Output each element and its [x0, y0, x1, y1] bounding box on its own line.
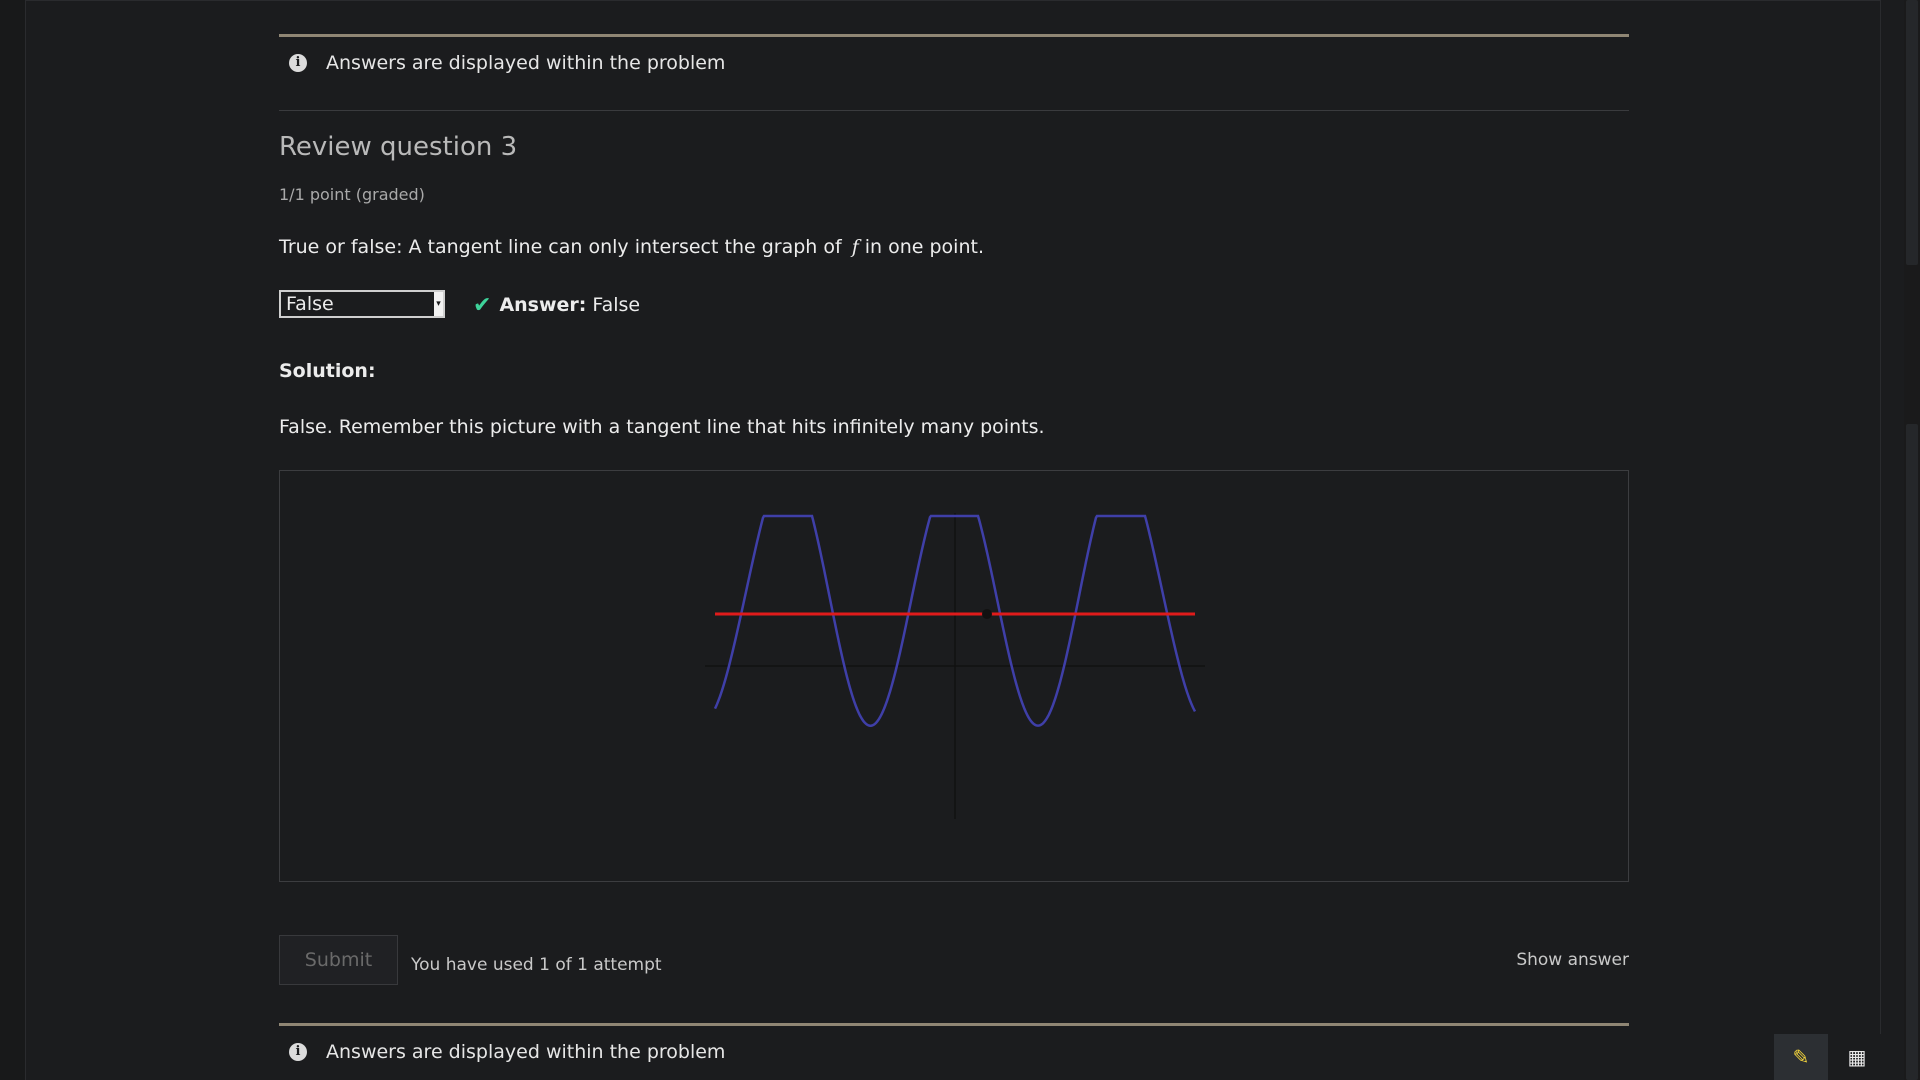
answer-feedback: ✔ Answer: False	[473, 291, 640, 319]
check-icon: ✔	[473, 292, 492, 318]
scrollbar-thumb-lower[interactable]	[1906, 424, 1918, 1080]
left-gutter	[0, 0, 26, 1080]
notice-divider	[279, 110, 1629, 111]
calculator-button[interactable]: ▦	[1830, 1034, 1884, 1080]
notice-top-rule	[279, 34, 1629, 37]
math-variable: f	[851, 236, 859, 258]
pencil-button[interactable]: ✎	[1774, 1034, 1828, 1080]
page: i Answers are displayed within the probl…	[0, 0, 1920, 1080]
pencil-icon: ✎	[1792, 1045, 1810, 1069]
solution-graph	[279, 470, 1629, 882]
chevron-down-icon[interactable]: ▾	[434, 292, 443, 316]
answer-select-value: False	[286, 293, 334, 315]
solution-heading: Solution:	[279, 360, 376, 382]
answer-label: Answer:	[499, 294, 587, 316]
question-prompt: True or false: A tangent line can only i…	[279, 236, 984, 258]
answer-value: False	[592, 294, 641, 316]
scrollbar-thumb[interactable]	[1906, 0, 1918, 265]
notice-bottom-text: Answers are displayed within the problem	[326, 1041, 726, 1063]
calculator-icon: ▦	[1847, 1045, 1867, 1069]
question-title: Review question 3	[279, 132, 518, 162]
prompt-text-before: True or false: A tangent line can only i…	[279, 236, 842, 258]
info-icon: i	[289, 1043, 307, 1061]
show-answer-button[interactable]: Show answer	[1516, 950, 1629, 970]
prompt-text-after: in one point.	[864, 236, 984, 258]
answer-select[interactable]: False ▾	[279, 290, 445, 318]
submit-button[interactable]: Submit	[279, 935, 398, 985]
notice-bottom-rule	[279, 1023, 1629, 1026]
notice-top: i Answers are displayed within the probl…	[289, 48, 725, 78]
attempts-text: You have used 1 of 1 attempt	[411, 955, 662, 975]
notice-top-text: Answers are displayed within the problem	[326, 52, 726, 74]
solution-text: False. Remember this picture with a tang…	[279, 416, 1045, 438]
tangent-point	[982, 609, 992, 619]
question-points: 1/1 point (graded)	[279, 185, 425, 204]
graph-svg	[705, 513, 1205, 819]
notice-bottom: i Answers are displayed within the probl…	[289, 1037, 725, 1067]
info-icon: i	[289, 54, 307, 72]
top-divider	[0, 0, 1880, 1]
